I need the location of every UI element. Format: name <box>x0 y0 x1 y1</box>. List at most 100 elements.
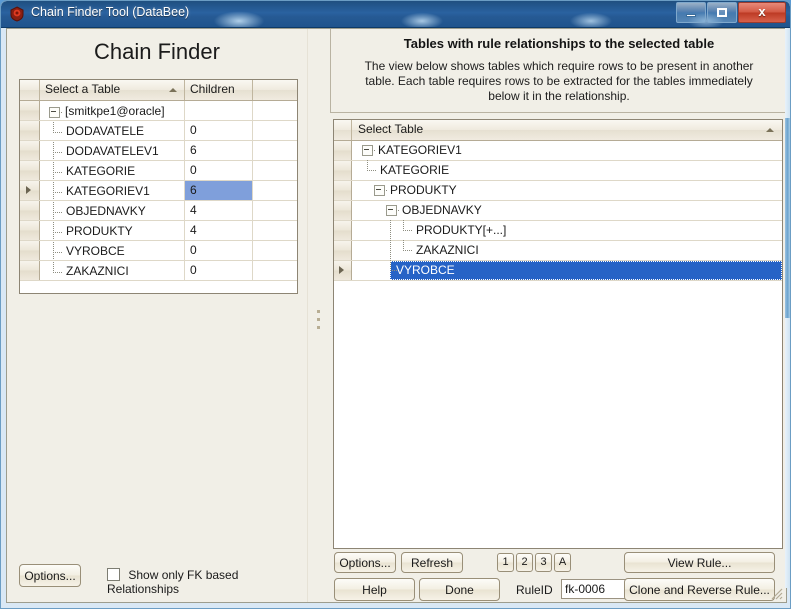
row-marker-cell[interactable] <box>334 261 352 280</box>
tree-header-rowmarker <box>334 120 352 140</box>
row-marker-cell[interactable] <box>20 221 40 240</box>
tree-line <box>53 272 62 273</box>
tree-node-cell[interactable]: KATEGORIE <box>352 160 782 180</box>
table-name-cell[interactable]: ZAKAZNICI <box>40 261 185 280</box>
relationship-tree[interactable]: Select Table KATEGORIEV1 KATEGORIE PRODU… <box>333 119 783 549</box>
level-2-button[interactable]: 2 <box>516 553 533 572</box>
tree-node-cell[interactable]: OBJEDNAVKY <box>352 201 782 220</box>
row-marker-cell[interactable] <box>20 201 40 220</box>
table-name-label: [smitkpe1@oracle] <box>65 104 165 118</box>
children-count-cell: 6 <box>185 141 253 160</box>
tree-node-label: PRODUKTY[+...] <box>416 223 507 237</box>
tree-header-select-table[interactable]: Select Table <box>352 120 782 140</box>
row-marker-cell[interactable] <box>20 101 40 120</box>
tree-node-cell[interactable]: PRODUKTY[+...] <box>352 220 782 240</box>
splitter-grip-icon <box>317 310 320 329</box>
row-marker-cell[interactable] <box>334 181 352 200</box>
table-row[interactable]: DODAVATELEV1 6 <box>20 141 297 161</box>
refresh-button[interactable]: Refresh <box>401 552 463 573</box>
children-count-cell <box>185 101 253 120</box>
fk-only-checkbox[interactable] <box>107 568 120 581</box>
table-name-cell[interactable]: DODAVATELEV1 <box>40 141 185 160</box>
clone-reverse-rule-button[interactable]: Clone and Reverse Rule... <box>624 578 775 601</box>
table-name-label: KATEGORIEV1 <box>66 184 150 198</box>
table-row[interactable]: OBJEDNAVKY 4 <box>20 201 297 221</box>
tree-row[interactable]: KATEGORIEV1 <box>334 141 782 161</box>
left-options-button[interactable]: Options... <box>19 564 81 587</box>
row-marker-cell[interactable] <box>334 241 352 260</box>
table-name-cell[interactable]: OBJEDNAVKY <box>40 201 185 220</box>
level-3-button[interactable]: 3 <box>535 553 552 572</box>
row-marker-cell[interactable] <box>20 141 40 160</box>
row-marker-cell[interactable] <box>334 141 352 160</box>
tree-line <box>403 250 412 251</box>
tree-node-cell[interactable]: KATEGORIEV1 <box>352 141 782 160</box>
row-marker-cell[interactable] <box>334 161 352 180</box>
tree-line <box>53 162 54 180</box>
table-name-cell[interactable]: PRODUKTY <box>40 221 185 240</box>
resize-grip-icon[interactable] <box>769 586 783 600</box>
tree-empty-area[interactable] <box>353 368 782 548</box>
tree-row[interactable]: KATEGORIE <box>334 160 782 181</box>
row-marker-cell[interactable] <box>20 241 40 260</box>
tree-row-selected[interactable]: VYROBCE <box>334 260 782 281</box>
fk-only-checkbox-row[interactable]: Show only FK based Relationships <box>107 568 307 596</box>
level-all-button[interactable]: A <box>554 553 571 572</box>
tree-line <box>53 252 62 253</box>
grid-header-children[interactable]: Children <box>185 80 253 100</box>
table-row[interactable]: ZAKAZNICI 0 <box>20 261 297 281</box>
row-marker-cell[interactable] <box>20 121 40 140</box>
tree-node-label: OBJEDNAVKY <box>402 203 482 217</box>
window-scrollbar-thumb[interactable] <box>785 118 790 318</box>
row-marker-cell[interactable] <box>20 161 40 180</box>
tree-row[interactable]: PRODUKTY <box>334 181 782 201</box>
table-row[interactable]: [smitkpe1@oracle] <box>20 101 297 121</box>
tree-row[interactable]: OBJEDNAVKY <box>334 201 782 221</box>
tree-node-label: PRODUKTY <box>390 183 457 197</box>
tree-line <box>53 242 54 260</box>
tree-row[interactable]: ZAKAZNICI <box>334 240 782 261</box>
help-button[interactable]: Help <box>334 578 415 601</box>
row-marker-cell[interactable] <box>334 201 352 220</box>
table-row-selected[interactable]: KATEGORIEV1 6 <box>20 181 297 201</box>
table-row[interactable]: DODAVATELE 0 <box>20 121 297 141</box>
level-1-button[interactable]: 1 <box>497 553 514 572</box>
tree-node-cell[interactable]: PRODUKTY <box>352 181 782 200</box>
tree-node-cell[interactable]: VYROBCE <box>352 260 782 280</box>
done-button[interactable]: Done <box>419 578 500 601</box>
title-bar[interactable]: Chain Finder Tool (DataBee) x <box>1 1 790 28</box>
grid-header-select-a-table[interactable]: Select a Table <box>40 80 185 100</box>
tree-node: DODAVATELEV1 <box>40 142 184 160</box>
table-row[interactable]: VYROBCE 0 <box>20 241 297 261</box>
close-button[interactable]: x <box>738 2 786 23</box>
tree-node: ZAKAZNICI <box>40 262 184 280</box>
minimize-button[interactable] <box>676 2 706 23</box>
table-name-cell[interactable]: [smitkpe1@oracle] <box>40 101 185 120</box>
tree-row[interactable]: PRODUKTY[+...] <box>334 220 782 241</box>
window-scrollbar[interactable] <box>785 28 790 588</box>
tree-node-cell[interactable]: ZAKAZNICI <box>352 240 782 260</box>
row-marker-cell[interactable] <box>20 261 40 280</box>
page-title: Chain Finder <box>94 39 220 64</box>
tree-line <box>59 112 63 113</box>
tree-line <box>53 212 62 213</box>
children-count-cell: 0 <box>185 161 253 180</box>
view-rule-button[interactable]: View Rule... <box>624 552 775 573</box>
maximize-button[interactable] <box>707 2 737 23</box>
table-row[interactable]: KATEGORIE 0 <box>20 161 297 181</box>
table-selection-grid[interactable]: Select a Table Children [smitkpe1@oracle… <box>19 79 298 294</box>
tree-line <box>53 152 62 153</box>
table-name-cell[interactable]: DODAVATELE <box>40 121 185 140</box>
row-spacer-cell <box>253 121 297 140</box>
row-marker-cell[interactable] <box>334 221 352 240</box>
table-row[interactable]: PRODUKTY 4 <box>20 221 297 241</box>
right-panel-title: Tables with rule relationships to the se… <box>403 36 715 51</box>
maximize-icon <box>717 8 727 17</box>
table-name-cell[interactable]: VYROBCE <box>40 241 185 260</box>
pane-splitter[interactable] <box>307 29 331 602</box>
grid-header-spacer <box>253 80 297 100</box>
table-name-cell[interactable]: KATEGORIE <box>40 161 185 180</box>
right-options-button[interactable]: Options... <box>334 552 396 573</box>
table-name-cell[interactable]: KATEGORIEV1 <box>40 181 185 200</box>
row-marker-cell[interactable] <box>20 181 40 200</box>
